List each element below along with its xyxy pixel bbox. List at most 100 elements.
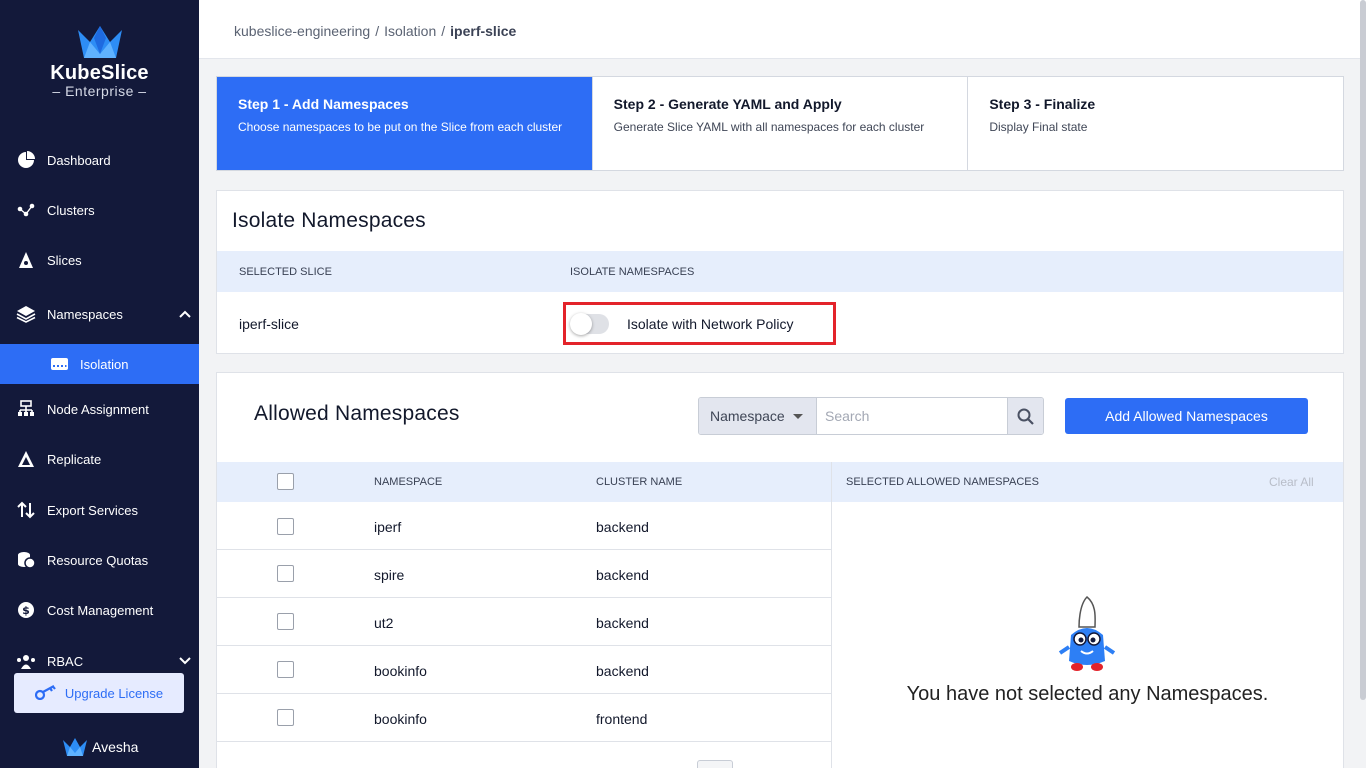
upgrade-license-label: Upgrade License bbox=[64, 685, 164, 701]
row-checkbox[interactable] bbox=[277, 661, 294, 678]
layers-icon bbox=[16, 304, 36, 324]
col-cluster-name: CLUSTER NAME bbox=[596, 476, 683, 488]
row-checkbox[interactable] bbox=[277, 709, 294, 726]
clear-all-link[interactable]: Clear All bbox=[1269, 475, 1314, 489]
table-row[interactable]: spire backend bbox=[217, 550, 831, 598]
search-icon bbox=[1017, 408, 1034, 425]
coins-icon bbox=[16, 550, 36, 570]
table-row[interactable]: iperf backend bbox=[217, 502, 831, 550]
users-icon bbox=[16, 651, 36, 671]
sidebar-item-label: Namespaces bbox=[47, 306, 123, 322]
search-input[interactable] bbox=[817, 398, 1007, 434]
avesha-logo: Avesha bbox=[62, 737, 138, 757]
server-icon bbox=[50, 357, 69, 371]
page-scrollbar[interactable] bbox=[1360, 0, 1366, 700]
col-namespace: NAMESPACE bbox=[374, 476, 443, 488]
avesha-crown-icon bbox=[63, 738, 87, 756]
chevron-up-icon bbox=[179, 306, 191, 321]
sidebar-item-namespaces[interactable]: Namespaces bbox=[0, 294, 199, 334]
sidebar: KubeSlice – Enterprise – Dashboard Clust… bbox=[0, 0, 199, 768]
svg-text:$: $ bbox=[22, 604, 30, 617]
row-cluster: backend bbox=[596, 663, 649, 679]
brand-name: KubeSlice bbox=[50, 62, 149, 84]
row-cluster: backend bbox=[596, 567, 649, 583]
chevron-down-icon bbox=[179, 653, 191, 668]
step-description: Generate Slice YAML with all namespaces … bbox=[613, 120, 925, 134]
pie-chart-icon bbox=[16, 150, 36, 170]
table-row[interactable]: bookinfo backend bbox=[217, 646, 831, 694]
toggle-knob bbox=[570, 312, 592, 335]
row-checkbox[interactable] bbox=[277, 518, 294, 535]
crown-logo-icon bbox=[77, 26, 122, 58]
cluster-icon bbox=[16, 200, 36, 220]
filter-select-label: Namespace bbox=[710, 408, 785, 424]
step-title: Step 2 - Generate YAML and Apply bbox=[613, 96, 842, 112]
sidebar-item-label: Isolation bbox=[80, 356, 129, 372]
breadcrumb-isolation[interactable]: Isolation bbox=[384, 23, 436, 39]
sidebar-item-isolation[interactable]: Isolation bbox=[0, 344, 199, 384]
namespaces-table-header: NAMESPACE CLUSTER NAME SELECTED ALLOWED … bbox=[217, 462, 1343, 502]
step-1[interactable]: Step 1 - Add Namespaces Choose namespace… bbox=[217, 77, 593, 170]
table-row[interactable]: bookinfo frontend bbox=[217, 694, 831, 742]
sidebar-item-label: Resource Quotas bbox=[47, 552, 149, 568]
row-namespace: iperf bbox=[374, 519, 402, 535]
upgrade-license-button[interactable]: Upgrade License bbox=[14, 673, 184, 713]
search-button[interactable] bbox=[1007, 398, 1043, 434]
sidebar-item-export-services[interactable]: Export Services bbox=[0, 490, 199, 530]
slice-icon bbox=[16, 250, 36, 270]
allowed-namespaces-card: Allowed Namespaces Namespace Add Allowed… bbox=[216, 372, 1344, 768]
add-allowed-namespaces-button[interactable]: Add Allowed Namespaces bbox=[1065, 398, 1308, 434]
caret-down-icon bbox=[792, 413, 803, 419]
sidebar-item-dashboard[interactable]: Dashboard bbox=[0, 140, 199, 180]
step-title: Step 3 - Finalize bbox=[989, 96, 1096, 112]
avesha-label: Avesha bbox=[92, 739, 139, 755]
step-title: Step 1 - Add Namespaces bbox=[238, 96, 409, 112]
sidebar-item-label: Slices bbox=[47, 252, 82, 268]
step-description: Display Final state bbox=[989, 120, 1088, 134]
breadcrumb-separator: / bbox=[441, 23, 446, 39]
sidebar-item-resource-quotas[interactable]: Resource Quotas bbox=[0, 540, 199, 580]
sidebar-item-label: Cost Management bbox=[47, 602, 154, 618]
row-cluster: frontend bbox=[596, 711, 648, 727]
sidebar-item-label: Clusters bbox=[47, 202, 95, 218]
row-checkbox[interactable] bbox=[277, 565, 294, 582]
sidebar-item-replicate[interactable]: Replicate bbox=[0, 439, 199, 479]
network-policy-label: Isolate with Network Policy bbox=[627, 315, 794, 332]
sidebar-item-slices[interactable]: Slices bbox=[0, 240, 199, 280]
breadcrumb-separator: / bbox=[375, 23, 380, 39]
arrows-updown-icon bbox=[16, 500, 36, 520]
sidebar-item-clusters[interactable]: Clusters bbox=[0, 190, 199, 230]
sidebar-item-cost-management[interactable]: $ Cost Management bbox=[0, 590, 199, 630]
node-icon bbox=[16, 399, 36, 419]
sidebar-item-node-assignment[interactable]: Node Assignment bbox=[0, 389, 199, 429]
breadcrumb: kubeslice-engineering / Isolation / iperf-sl… bbox=[234, 23, 516, 39]
empty-state-message: You have not selected any Namespaces. bbox=[906, 683, 1269, 705]
sidebar-item-label: RBAC bbox=[47, 653, 84, 669]
brand-logo[interactable]: KubeSlice – Enterprise – bbox=[0, 24, 199, 99]
replicate-icon bbox=[16, 449, 36, 469]
dollar-icon: $ bbox=[16, 600, 36, 620]
sidebar-item-label: Node Assignment bbox=[47, 401, 149, 417]
top-bar: kubeslice-engineering / Isolation / iperf-sl… bbox=[199, 0, 1366, 59]
step-3[interactable]: Step 3 - Finalize Display Final state bbox=[968, 77, 1343, 170]
table-row[interactable]: ut2 backend bbox=[217, 598, 831, 646]
filter-select[interactable]: Namespace bbox=[699, 398, 817, 434]
col-selected-slice: SELECTED SLICE bbox=[239, 266, 332, 278]
horizontal-scrollbar[interactable] bbox=[697, 760, 733, 768]
col-selected-allowed: SELECTED ALLOWED NAMESPACES bbox=[846, 476, 1039, 488]
breadcrumb-org[interactable]: kubeslice-engineering bbox=[234, 23, 370, 39]
network-policy-highlight: Isolate with Network Policy bbox=[563, 302, 836, 345]
row-checkbox[interactable] bbox=[277, 613, 294, 630]
allowed-title: Allowed Namespaces bbox=[254, 402, 460, 425]
isolate-namespaces-card: Isolate Namespaces SELECTED SLICE ISOLAT… bbox=[216, 190, 1344, 354]
select-all-checkbox[interactable] bbox=[277, 473, 294, 490]
row-namespace: bookinfo bbox=[374, 663, 427, 679]
isolate-title: Isolate Namespaces bbox=[232, 209, 426, 232]
namespace-filter: Namespace bbox=[698, 397, 1044, 435]
step-description: Choose namespaces to be put on the Slice… bbox=[238, 120, 563, 134]
network-policy-toggle[interactable] bbox=[570, 312, 609, 335]
step-2[interactable]: Step 2 - Generate YAML and Apply Generat… bbox=[593, 77, 969, 170]
breadcrumb-current: iperf-slice bbox=[450, 23, 517, 39]
row-cluster: backend bbox=[596, 519, 649, 535]
sidebar-item-label: Dashboard bbox=[47, 152, 111, 168]
